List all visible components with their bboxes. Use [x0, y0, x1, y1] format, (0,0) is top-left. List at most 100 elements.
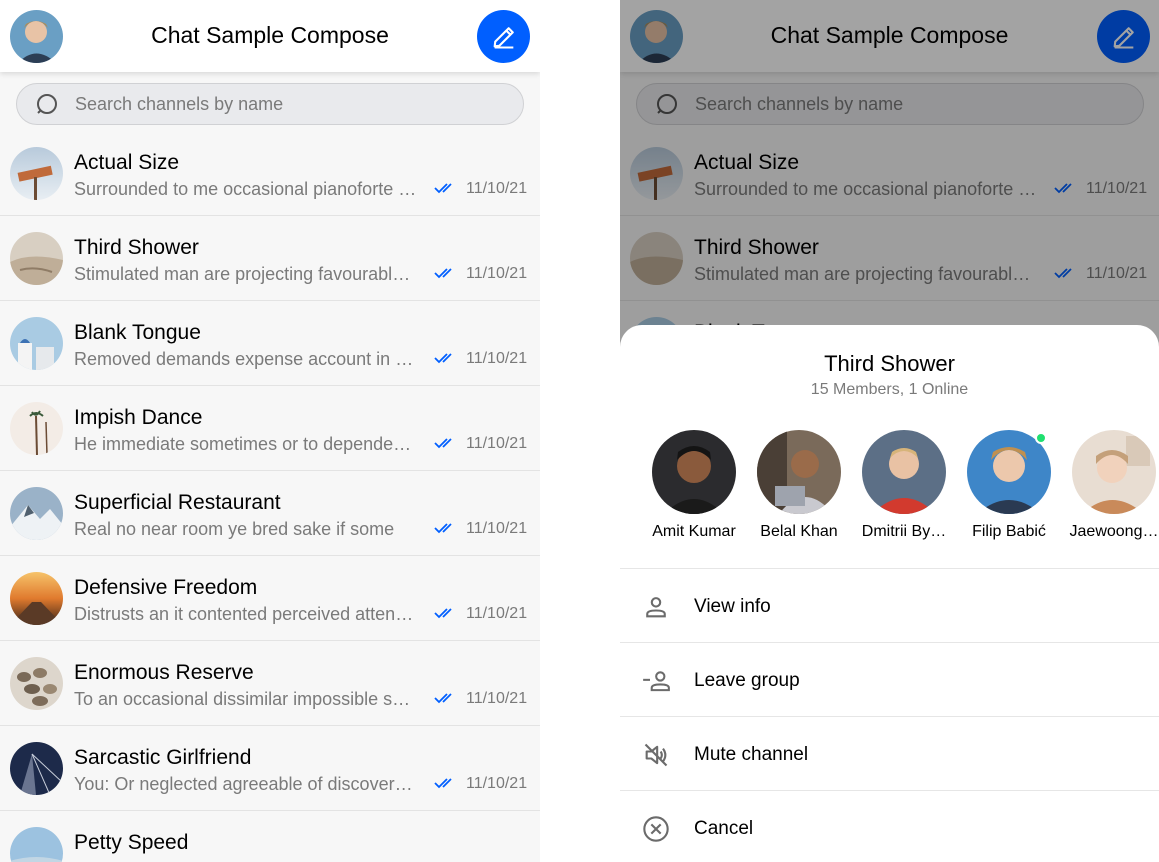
message-date: 11/10/21	[466, 180, 528, 197]
channel-options-sheet: Third Shower 15 Members, 1 Online Amit K…	[620, 325, 1159, 862]
search-input[interactable]	[75, 84, 495, 124]
last-message-text: Removed demands expense account in outwa…	[74, 349, 419, 369]
channel-name: Defensive Freedom	[74, 576, 258, 599]
member-name: Jaewoong…	[1069, 523, 1159, 540]
person-icon	[646, 597, 666, 618]
channel-name: Petty Speed	[74, 831, 189, 854]
member-item[interactable]: Dmitrii By…	[854, 430, 954, 541]
last-message-text: He immediate sometimes or to dependent i…	[74, 434, 419, 454]
read-check-icon	[434, 438, 452, 449]
avatar	[757, 430, 841, 514]
last-message-text: Or neglected agreeable of discovery conc…	[114, 774, 419, 794]
action-label: Leave group	[694, 670, 800, 691]
member-item[interactable]: Filip Babić	[959, 430, 1059, 541]
last-message: You: Or neglected agreeable of discovery…	[74, 774, 419, 795]
channel-item[interactable]: Enormous Reserve To an occasional dissim…	[0, 641, 540, 726]
channel-name: Enormous Reserve	[74, 661, 254, 684]
channel-avatar	[10, 402, 63, 455]
member-count: 15 Members, 1 Online	[810, 381, 969, 398]
read-check-icon	[434, 778, 452, 789]
channel-avatar	[10, 487, 63, 540]
last-message-text: Distrusts an it contented perceived atte…	[74, 604, 419, 624]
last-message: Real no near room ye bred sake if some	[74, 519, 419, 540]
channel-name: Sarcastic Girlfriend	[74, 746, 252, 769]
volume-off-icon	[644, 743, 668, 767]
last-message: To an occasional dissimilar impossible s…	[74, 689, 419, 710]
action-label: Mute channel	[694, 744, 809, 765]
last-message-text: Surrounded to me occasional pianoforte a…	[74, 179, 419, 199]
channel-list-screen: Chat Sample Compose Actual Size Surround…	[0, 0, 540, 862]
read-check-icon	[434, 353, 452, 364]
action-label: View info	[694, 596, 771, 617]
last-message: Removed demands expense account in outwa…	[74, 349, 419, 370]
channel-avatar	[10, 742, 63, 795]
channel-item[interactable]: Superficial Restaurant Real no near room…	[0, 471, 540, 556]
member-name: Filip Babić	[972, 523, 1046, 540]
avatar	[862, 430, 946, 514]
read-check-icon	[434, 523, 452, 534]
new-channel-button[interactable]	[477, 10, 530, 63]
mute-channel-button[interactable]: Mute channel	[620, 716, 1159, 790]
member-name: Belal Khan	[760, 523, 838, 540]
channel-item[interactable]: Sarcastic Girlfriend You: Or neglected a…	[0, 726, 540, 811]
last-message-sender: You:	[74, 774, 110, 794]
channel-avatar	[10, 657, 63, 710]
pencil-icon	[493, 26, 514, 49]
channel-item[interactable]: Impish Dance He immediate sometimes or t…	[0, 386, 540, 471]
sheet-title: Third Shower	[824, 351, 955, 376]
message-date: 11/10/21	[466, 520, 528, 537]
read-check-icon	[434, 693, 452, 704]
message-date: 11/10/21	[466, 775, 528, 792]
cancel-icon	[643, 816, 669, 842]
last-message: Surrounded to me occasional pianoforte a…	[74, 179, 419, 200]
avatar	[967, 430, 1051, 514]
cancel-button[interactable]: Cancel	[620, 790, 1159, 862]
search-icon	[37, 94, 57, 114]
last-message: Stimulated man are projecting favourable…	[74, 264, 419, 285]
message-date: 11/10/21	[466, 435, 528, 452]
app-title: Chat Sample Compose	[151, 22, 389, 48]
member-item[interactable]: Jaewoong…	[1064, 430, 1159, 541]
channel-options-screen: Chat Sample Compose Actual Size Surround…	[620, 0, 1159, 862]
read-check-icon	[434, 608, 452, 619]
person-remove-icon	[643, 671, 670, 692]
message-date: 11/10/21	[466, 690, 528, 707]
avatar	[652, 430, 736, 514]
channel-avatar	[10, 232, 63, 285]
online-indicator	[1035, 432, 1047, 444]
channel-name: Actual Size	[74, 151, 180, 174]
channel-name: Third Shower	[74, 236, 199, 259]
last-message-text: Stimulated man are projecting favourable…	[74, 264, 419, 284]
read-check-icon	[434, 183, 452, 194]
channel-avatar	[10, 317, 63, 370]
last-message-text: Real no near room ye bred sake if some	[74, 519, 395, 539]
channel-item[interactable]: Blank Tongue Removed demands expense acc…	[0, 301, 540, 386]
top-bar: Chat Sample Compose	[0, 0, 540, 72]
channel-list: Actual Size Surrounded to me occasional …	[0, 131, 540, 862]
member-item[interactable]: Amit Kumar	[644, 430, 744, 541]
action-label: Cancel	[694, 818, 754, 839]
channel-item[interactable]: Actual Size Surrounded to me occasional …	[0, 131, 540, 216]
channel-avatar	[10, 147, 63, 200]
last-message: Distrusts an it contented perceived atte…	[74, 604, 419, 625]
member-item[interactable]: Belal Khan	[749, 430, 849, 541]
read-check-icon	[434, 268, 452, 279]
message-date: 11/10/21	[466, 605, 528, 622]
channel-avatar	[10, 827, 63, 862]
message-date: 11/10/21	[466, 350, 528, 367]
channel-name: Blank Tongue	[74, 321, 201, 344]
search-bar[interactable]	[16, 83, 524, 125]
channel-item[interactable]: Petty Speed	[0, 811, 540, 862]
leave-group-button[interactable]: Leave group	[620, 642, 1159, 716]
view-info-button[interactable]: View info	[620, 568, 1159, 642]
message-date: 11/10/21	[466, 265, 528, 282]
channel-name: Superficial Restaurant	[74, 491, 281, 514]
member-name: Amit Kumar	[652, 523, 736, 540]
channel-avatar	[10, 572, 63, 625]
channel-item[interactable]: Third Shower Stimulated man are projecti…	[0, 216, 540, 301]
avatar	[1072, 430, 1156, 514]
channel-name: Impish Dance	[74, 406, 203, 429]
last-message: He immediate sometimes or to dependent i…	[74, 434, 419, 455]
channel-item[interactable]: Defensive Freedom Distrusts an it conten…	[0, 556, 540, 641]
last-message-text: To an occasional dissimilar impossible s…	[74, 689, 419, 709]
